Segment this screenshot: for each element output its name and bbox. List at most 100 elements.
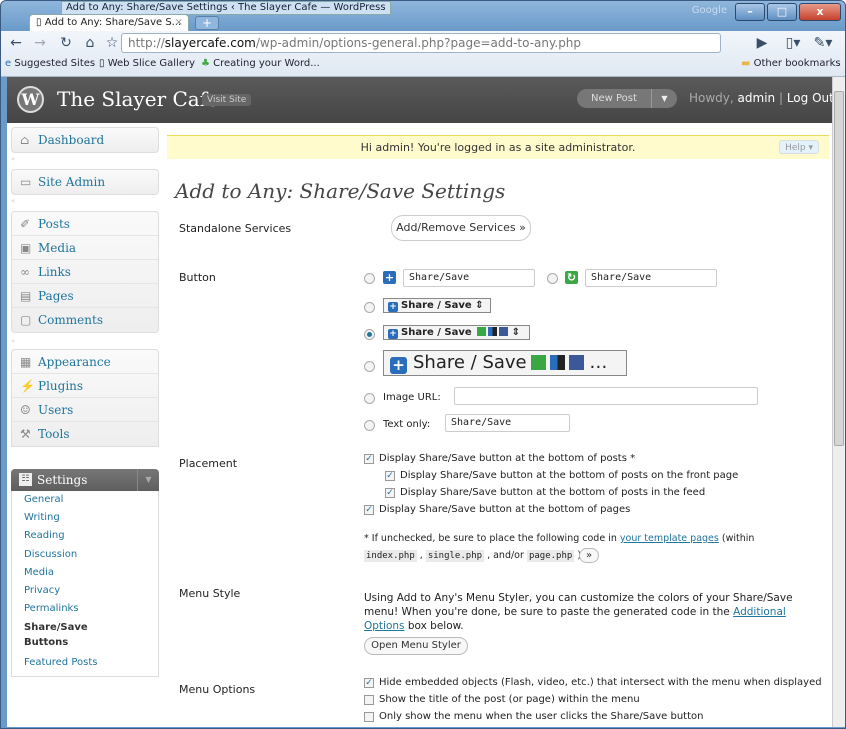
close-tab-icon[interactable]: × <box>175 17 183 28</box>
close-window-button[interactable]: x <box>799 3 841 21</box>
page-scrollbar[interactable] <box>832 77 845 727</box>
additional-options-link[interactable]: Additional <box>733 606 786 618</box>
bookmark-web-slice[interactable]: ▯ Web Slice Gallery <box>99 58 195 69</box>
browser-tab[interactable]: ▯ Add to Any: Share/Save S... × <box>29 14 189 32</box>
image-url-input[interactable] <box>454 387 758 405</box>
collapse-separator[interactable]: « <box>11 155 15 163</box>
help-button[interactable]: Help ▾ <box>779 140 819 154</box>
menu-option-checkbox-2[interactable] <box>364 695 374 705</box>
share-button-large[interactable]: + Share / Save … <box>383 350 627 376</box>
scrollbar-thumb[interactable] <box>834 91 844 446</box>
window-controls: – □ x <box>735 3 841 21</box>
address-bar[interactable]: http://slayercafe.com/wp-admin/options-g… <box>121 33 721 53</box>
bookmark-other[interactable]: ▬ Other bookmarks <box>741 58 841 69</box>
placement-checkbox-1[interactable]: ✓ <box>364 454 374 464</box>
menu-option-checkbox-1[interactable]: ✓ <box>364 678 374 688</box>
sidebar-item-links[interactable]: ∞ Links <box>12 260 158 284</box>
admin-sidebar: ⌂ Dashboard « ▭ Site Admin « ✐ Posts ▣ Media… <box>7 123 160 727</box>
placement-option-2: Display Share/Save button at the bottom … <box>400 470 739 481</box>
collapse-separator[interactable]: « <box>11 197 15 205</box>
sidebar-item-plugins[interactable]: ⚡ Plugins <box>12 374 158 398</box>
bookmark-suggested[interactable]: e Suggested Sites <box>5 58 95 69</box>
new-tab-button[interactable]: + <box>195 16 219 30</box>
visit-site-button[interactable]: Visit Site <box>202 94 252 106</box>
sidebar-item-site-admin[interactable]: ▭ Site Admin <box>12 170 158 194</box>
placement-option-4: Display Share/Save button at the bottom … <box>379 504 631 515</box>
submenu-share-save-buttons[interactable]: Share/Save Buttons <box>12 618 92 654</box>
sidebar-item-users[interactable]: ☺ Users <box>12 398 158 422</box>
star-icon[interactable]: ☆ <box>103 35 121 51</box>
wp-header: W The Slayer Cafe Visit Site New Post ▼ H… <box>7 77 834 123</box>
main-content: Hi admin! You're logged in as a site adm… <box>167 135 834 727</box>
button-radio-1[interactable] <box>364 273 375 284</box>
placement-checkbox-4[interactable]: ✓ <box>364 505 374 515</box>
text-only-input[interactable]: Share/Save <box>445 414 570 432</box>
sidebar-item-media[interactable]: ▣ Media <box>12 236 158 260</box>
tools-icon: ⚒ <box>20 427 31 441</box>
new-post-button[interactable]: New Post ▼ <box>577 89 677 108</box>
share-button-small-icons[interactable]: + Share / Save ⇕ <box>383 325 530 340</box>
submenu-featured-posts[interactable]: Featured Posts <box>12 654 158 672</box>
menu-dashboard: ⌂ Dashboard <box>11 127 159 153</box>
add-remove-services-button[interactable]: Add/Remove Services » <box>391 215 531 241</box>
sidebar-item-appearance[interactable]: ▦ Appearance <box>12 350 158 374</box>
logout-link[interactable]: Log Out <box>787 91 834 105</box>
button-radio-3[interactable] <box>364 302 375 313</box>
sidebar-item-dashboard[interactable]: ⌂ Dashboard <box>12 128 158 152</box>
sidebar-item-settings[interactable]: ☷ Settings ▼ <box>11 469 159 491</box>
menu-option-3: Only show the menu when the user clicks … <box>379 711 704 722</box>
sidebar-item-posts[interactable]: ✐ Posts <box>12 212 158 236</box>
sidebar-item-pages[interactable]: ▤ Pages <box>12 284 158 308</box>
submenu-writing[interactable]: Writing <box>12 509 158 527</box>
open-menu-styler-button[interactable]: Open Menu Styler <box>364 637 468 655</box>
forward-icon[interactable]: → <box>31 35 49 51</box>
chevron-down-icon[interactable]: ▼ <box>137 469 159 491</box>
unchecked-note: * If unchecked, be sure to place the fol… <box>364 533 755 544</box>
button-radio-5[interactable] <box>364 361 375 372</box>
bookmarks-bar: e Suggested Sites ▯ Web Slice Gallery ♣ … <box>1 55 845 75</box>
maximize-button[interactable]: □ <box>767 3 797 21</box>
submenu-general[interactable]: General <box>12 491 158 509</box>
button-radio-6[interactable] <box>364 393 375 404</box>
submenu-permalinks[interactable]: Permalinks <box>12 600 158 618</box>
home-icon[interactable]: ⌂ <box>81 35 99 51</box>
button-radio-7[interactable] <box>364 420 375 431</box>
site-name[interactable]: The Slayer Cafe <box>57 87 219 111</box>
button-radio-4[interactable] <box>364 329 375 340</box>
title-bar: Add to Any: Share/Save Settings ‹ The Sl… <box>1 1 845 32</box>
menu-option-checkbox-3[interactable] <box>364 712 374 722</box>
minimize-button[interactable]: – <box>735 3 765 21</box>
delicious-icon <box>488 327 498 336</box>
wrench-icon[interactable]: ✎▾ <box>811 35 835 51</box>
submenu-reading[interactable]: Reading <box>12 527 158 545</box>
placement-checkbox-2[interactable]: ✓ <box>385 471 395 481</box>
image-url-label: Image URL: <box>383 392 441 403</box>
wordpress-logo-icon[interactable]: W <box>17 86 44 113</box>
menu-content: ✐ Posts ▣ Media ∞ Links ▤ Pages ▢ Comments <box>11 211 159 333</box>
reload-icon[interactable]: ↻ <box>57 35 75 51</box>
options-link[interactable]: Options <box>364 620 405 632</box>
placement-label: Placement <box>179 457 238 470</box>
expand-code-button[interactable]: » <box>579 548 599 563</box>
plus-icon: + <box>388 302 398 312</box>
username-link[interactable]: admin <box>738 91 776 105</box>
submenu-privacy[interactable]: Privacy <box>12 582 158 600</box>
submenu-media[interactable]: Media <box>12 564 158 582</box>
sidebar-item-tools[interactable]: ⚒ Tools <box>12 422 158 446</box>
text-only-label: Text only: <box>383 419 431 430</box>
play-icon[interactable]: ▶ <box>753 35 771 51</box>
placement-checkbox-3[interactable]: ✓ <box>385 488 395 498</box>
collapse-separator[interactable]: « <box>11 337 15 345</box>
sidebar-item-comments[interactable]: ▢ Comments <box>12 308 158 332</box>
share-text-input-1[interactable]: Share/Save <box>403 269 535 287</box>
page-menu-icon[interactable]: ▯▾ <box>781 35 805 51</box>
site-admin-icon: ▭ <box>20 175 32 189</box>
share-text-input-2[interactable]: Share/Save <box>585 269 717 287</box>
back-icon[interactable]: ← <box>7 35 25 51</box>
template-pages-link[interactable]: your template pages <box>620 533 719 544</box>
bookmark-creating[interactable]: ♣ Creating your Word... <box>201 58 320 69</box>
submenu-discussion[interactable]: Discussion <box>12 546 158 564</box>
button-radio-2[interactable] <box>547 273 558 284</box>
chevron-down-icon[interactable]: ▼ <box>651 89 677 108</box>
share-button-small[interactable]: + Share / Save ⇕ <box>383 298 491 313</box>
